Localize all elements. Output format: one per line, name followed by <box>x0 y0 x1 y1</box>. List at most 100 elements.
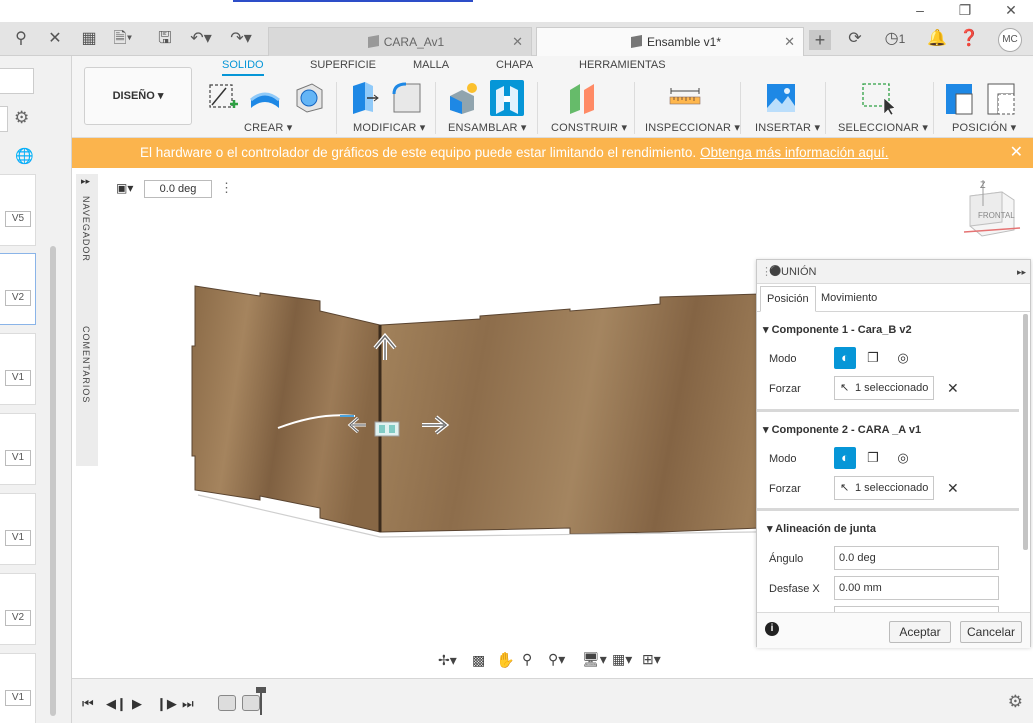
pan-icon[interactable]: ✋ <box>496 651 515 669</box>
clear-selection-icon[interactable]: ✕ <box>947 380 959 397</box>
tab-solido[interactable]: SOLIDO <box>222 59 264 71</box>
list-item[interactable]: V1 <box>0 333 36 405</box>
offset-x-input[interactable]: 0.00 mm <box>834 576 999 600</box>
joint-icon[interactable] <box>490 80 524 116</box>
mode-center-icon[interactable]: ◎ <box>892 447 914 469</box>
cancel-button[interactable]: Cancelar <box>960 621 1022 643</box>
timeline-feature-icon[interactable] <box>242 695 260 711</box>
mode-simple-icon[interactable]: ◐ <box>834 447 856 469</box>
version-badge[interactable]: V5 <box>5 211 31 227</box>
press-pull-icon[interactable] <box>347 80 381 116</box>
select-icon[interactable] <box>860 80 894 116</box>
list-item[interactable]: V2 <box>0 573 36 645</box>
look-at-icon[interactable]: ▩ <box>472 652 485 669</box>
version-badge[interactable]: V1 <box>5 450 31 466</box>
mode-between-icon[interactable]: ❐ <box>862 447 884 469</box>
restore-icon[interactable]: ❐ <box>955 2 975 19</box>
file-menu-icon[interactable]: 🗎▾ <box>112 29 134 49</box>
step-back-icon[interactable]: ◀❙ <box>106 696 127 712</box>
notifications-icon[interactable]: 🔔 <box>926 29 948 49</box>
zoom-icon[interactable]: ⚲ <box>522 651 532 668</box>
group-modificar[interactable]: MODIFICAR ▾ <box>353 121 426 134</box>
browser-search-box[interactable] <box>0 68 34 94</box>
banner-close-icon[interactable]: ✕ <box>1010 138 1023 168</box>
mode-simple-icon[interactable]: ◐ <box>834 347 856 369</box>
offset-plane-icon[interactable] <box>566 80 600 116</box>
navigator-label[interactable]: NAVEGADOR <box>81 196 91 262</box>
banner-learn-more-link[interactable]: Obtenga más información aquí. <box>700 145 888 160</box>
new-component-icon[interactable] <box>446 80 480 116</box>
insert-image-icon[interactable] <box>764 80 798 116</box>
navigator-sidebar[interactable]: ▸▸ NAVEGADOR COMENTARIOS <box>76 174 98 466</box>
expand-navigator-icon[interactable]: ▸▸ <box>81 176 90 187</box>
redo-icon[interactable]: ↷▾ <box>230 29 252 49</box>
measure-icon[interactable] <box>668 80 702 116</box>
tab-ensamble-v1[interactable]: Ensamble v1* ✕ <box>536 27 804 56</box>
tab-malla[interactable]: MALLA <box>413 59 449 71</box>
list-item[interactable]: V1 <box>0 413 36 485</box>
zoom-window-icon[interactable]: ⚲▾ <box>548 651 565 668</box>
revert-position-icon[interactable] <box>984 80 1018 116</box>
create-sketch-icon[interactable] <box>206 80 240 116</box>
version-badge[interactable]: V1 <box>5 690 31 706</box>
group-construir[interactable]: CONSTRUIR ▾ <box>551 121 627 134</box>
mode-center-icon[interactable]: ◎ <box>892 347 914 369</box>
tab-chapa[interactable]: CHAPA <box>496 59 533 71</box>
viewports-icon[interactable]: ⊞▾ <box>642 651 661 668</box>
list-item[interactable]: V1 <box>0 653 36 723</box>
window-close-icon[interactable]: ✕ <box>1001 2 1021 19</box>
version-badge[interactable]: V1 <box>5 370 31 386</box>
viewcube[interactable]: Z FRONTAL <box>952 178 1027 243</box>
group-posicion[interactable]: POSICIÓN ▾ <box>952 121 1016 134</box>
group-ensamblar[interactable]: ENSAMBLAR ▾ <box>448 121 527 134</box>
version-badge[interactable]: V1 <box>5 530 31 546</box>
component2-heading[interactable]: ▾ Componente 2 - CARA _A v1 <box>763 423 921 436</box>
tab-superficie[interactable]: SUPERFICIE <box>310 59 376 71</box>
tab-close-icon[interactable]: ✕ <box>784 28 795 56</box>
clear-selection-icon[interactable]: ✕ <box>947 480 959 497</box>
grid-settings-icon[interactable]: ▦▾ <box>612 651 632 668</box>
go-to-end-icon[interactable]: ⏭ <box>182 696 194 712</box>
job-status-button[interactable]: ◷1 <box>878 29 912 49</box>
orbit-icon[interactable]: ✢▾ <box>438 652 457 669</box>
fillet-icon[interactable] <box>390 80 424 116</box>
browser-item[interactable] <box>0 106 8 132</box>
new-tab-button[interactable]: + <box>809 30 831 50</box>
close-panel-icon[interactable]: ✕ <box>44 29 66 49</box>
group-seleccionar[interactable]: SELECCIONAR ▾ <box>838 121 928 134</box>
group-insertar[interactable]: INSERTAR ▾ <box>755 121 820 134</box>
alignment-heading[interactable]: ▾ Alineación de junta <box>767 522 876 535</box>
undo-icon[interactable]: ↶▾ <box>190 29 212 49</box>
tab-cara-av1[interactable]: CARA_Av1 ✕ <box>268 27 532 56</box>
browser-scrollbar[interactable] <box>50 246 56 716</box>
avatar[interactable]: MC <box>998 28 1022 52</box>
timeline-settings-icon[interactable]: ⚙ <box>1008 692 1023 712</box>
minimize-icon[interactable]: – <box>910 2 930 18</box>
save-icon[interactable]: 🖫 <box>154 29 176 49</box>
version-badge[interactable]: V2 <box>5 610 31 626</box>
capture-position-icon[interactable] <box>942 80 976 116</box>
extrude-icon[interactable] <box>248 80 282 116</box>
info-icon[interactable]: i <box>765 622 779 636</box>
list-item[interactable]: V1 <box>0 493 36 565</box>
component1-selection[interactable]: ↖ 1 seleccionado <box>834 376 934 400</box>
workspace-selector[interactable]: DISEÑO ▾ <box>84 67 192 125</box>
comments-label[interactable]: COMENTARIOS <box>81 326 91 403</box>
tab-herramientas[interactable]: HERRAMIENTAS <box>579 59 666 71</box>
help-icon[interactable]: ❓ <box>958 29 980 49</box>
step-forward-icon[interactable]: ❙▶ <box>156 696 177 712</box>
timeline-marker-head[interactable] <box>256 687 266 693</box>
camera-view-icon[interactable]: ▣▾ <box>116 181 133 195</box>
version-badge[interactable]: V2 <box>5 290 31 306</box>
dialog-header[interactable]: ⋮ ⚫ UNIÓN ▸▸ <box>757 260 1030 284</box>
app-grid-icon[interactable]: ▦ <box>78 29 100 49</box>
view-angle-input[interactable]: 0.0 deg <box>144 180 212 198</box>
component1-heading[interactable]: ▾ Componente 1 - Cara_B v2 <box>763 323 912 336</box>
globe-icon[interactable]: 🌐 <box>15 147 34 165</box>
revolve-icon[interactable] <box>292 80 326 116</box>
list-item[interactable]: V2 <box>0 253 36 325</box>
play-icon[interactable]: ▶ <box>132 696 142 712</box>
expand-dialog-icon[interactable]: ▸▸ <box>1017 260 1026 284</box>
go-to-start-icon[interactable]: ⏮ <box>82 696 94 712</box>
more-options-icon[interactable]: ⋮ <box>220 180 233 196</box>
